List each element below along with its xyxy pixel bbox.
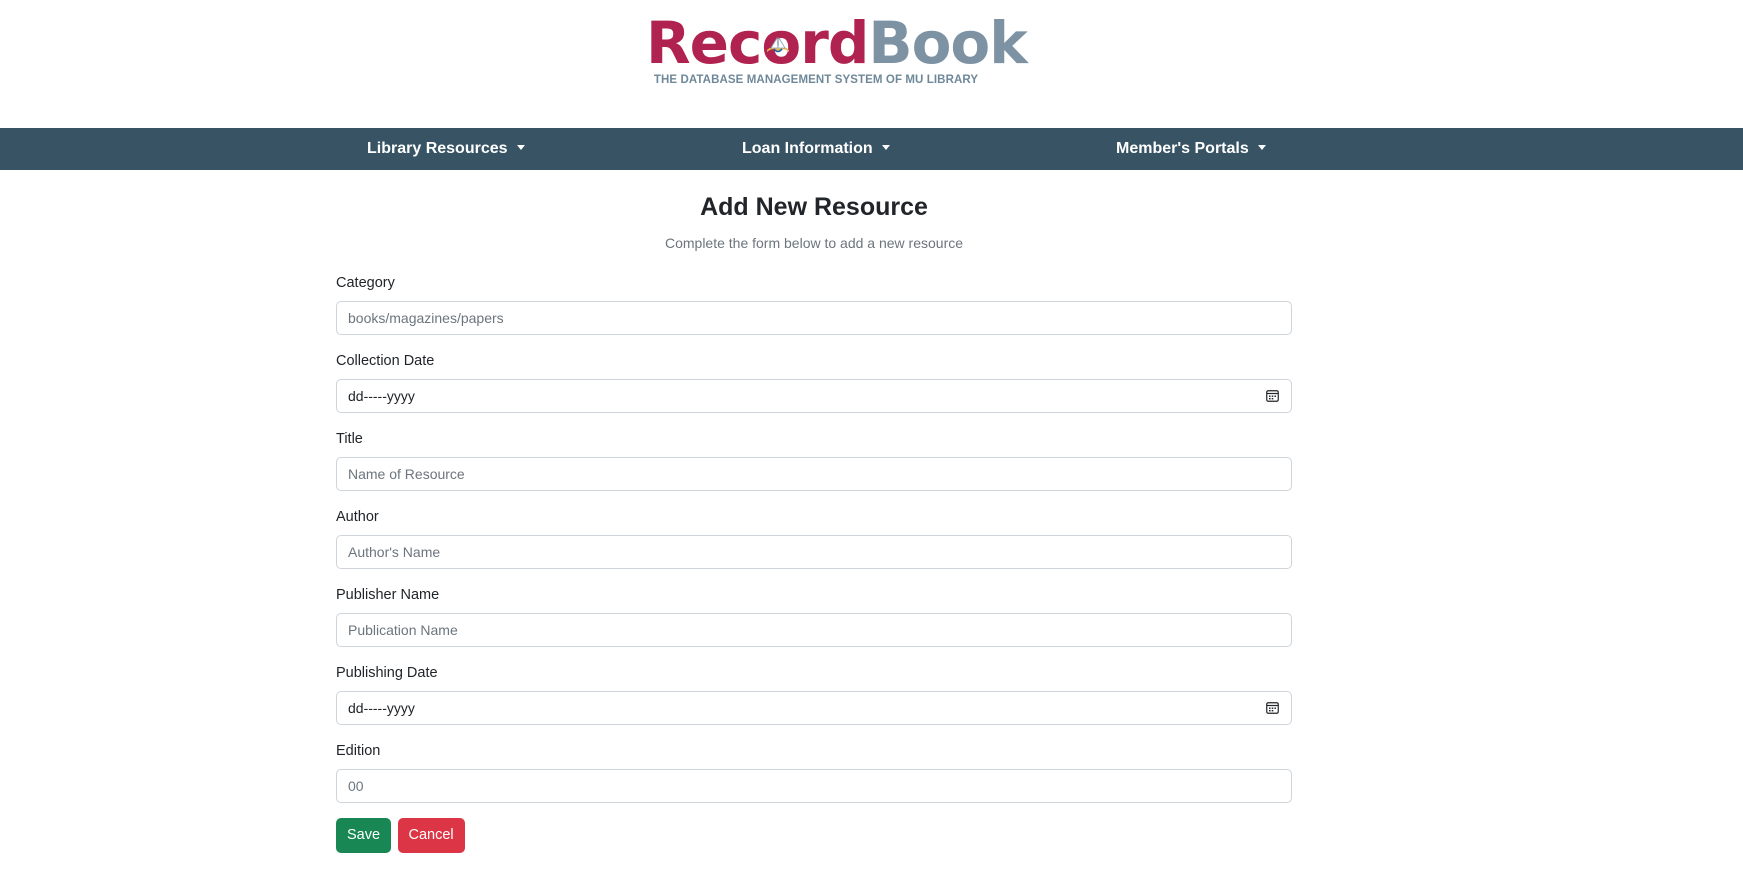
nav-loan-information[interactable]: Loan Information bbox=[742, 128, 890, 170]
title-label: Title bbox=[336, 431, 363, 447]
chevron-down-icon bbox=[881, 145, 890, 150]
header: RecordBook THE DATABASE MANAGEMENT SYSTE… bbox=[0, 0, 1743, 128]
save-button[interactable]: Save bbox=[336, 818, 392, 853]
logo-tagline: THE DATABASE MANAGEMENT SYSTEM OF MU LIB… bbox=[653, 74, 979, 86]
edition-input[interactable] bbox=[337, 770, 1291, 802]
publishing-date-input[interactable]: dd-----yyyy bbox=[336, 691, 1292, 725]
author-input[interactable] bbox=[337, 536, 1291, 568]
publisher-label: Publisher Name bbox=[336, 587, 440, 603]
collection-date-input[interactable]: dd-----yyyy bbox=[336, 379, 1292, 413]
nav-item-label: Library Resources bbox=[367, 140, 508, 157]
page-title: Add New Resource bbox=[700, 193, 928, 221]
category-input[interactable] bbox=[337, 302, 1291, 334]
recordbook-logo[interactable]: RecordBook THE DATABASE MANAGEMENT SYSTE… bbox=[646, 9, 1028, 90]
collection-date-field: Collection Date dd-----yyyy bbox=[336, 352, 1292, 430]
open-book-icon bbox=[767, 36, 790, 53]
logo-book-emblem: o bbox=[761, 10, 801, 76]
edition-input-box bbox=[336, 769, 1292, 803]
page-subtitle: Complete the form below to add a new res… bbox=[664, 235, 964, 251]
cancel-button[interactable]: Cancel bbox=[397, 818, 465, 853]
logo-text-rec: Rec bbox=[646, 9, 762, 77]
add-resource-form: Category Collection Date dd-----yyyy Tit… bbox=[336, 274, 1292, 853]
publisher-field: Publisher Name bbox=[336, 586, 1292, 664]
author-input-box bbox=[336, 535, 1292, 569]
nav-item-label: Loan Information bbox=[742, 140, 873, 157]
edition-field: Edition bbox=[336, 742, 1292, 820]
title-field: Title bbox=[336, 430, 1292, 508]
main-navbar: Library Resources Loan Information Membe… bbox=[0, 128, 1743, 170]
nav-members-portals[interactable]: Member's Portals bbox=[1116, 128, 1266, 170]
collection-date-label: Collection Date bbox=[336, 353, 435, 369]
publishing-date-value: dd-----yyyy bbox=[348, 700, 415, 716]
author-field: Author bbox=[336, 508, 1292, 586]
logo-text-book: Book bbox=[868, 9, 1027, 77]
logo-text-rd: rd bbox=[800, 9, 869, 77]
author-label: Author bbox=[336, 509, 379, 525]
title-input[interactable] bbox=[337, 458, 1291, 490]
chevron-down-icon bbox=[516, 145, 525, 150]
nav-library-resources[interactable]: Library Resources bbox=[367, 128, 525, 170]
category-field: Category bbox=[336, 274, 1292, 352]
publisher-input[interactable] bbox=[337, 614, 1291, 646]
nav-item-label: Member's Portals bbox=[1116, 140, 1249, 157]
main-content: Add New Resource Complete the form below… bbox=[336, 170, 1292, 853]
logo-wordmark: RecordBook bbox=[646, 9, 1028, 77]
title-input-box bbox=[336, 457, 1292, 491]
collection-date-value: dd-----yyyy bbox=[348, 388, 415, 404]
publishing-date-field: Publishing Date dd-----yyyy bbox=[336, 664, 1292, 742]
category-input-box bbox=[336, 301, 1292, 335]
calendar-icon[interactable] bbox=[1266, 701, 1279, 714]
chevron-down-icon bbox=[1257, 145, 1266, 150]
publishing-date-label: Publishing Date bbox=[336, 665, 438, 681]
category-label: Category bbox=[336, 275, 395, 291]
edition-label: Edition bbox=[336, 743, 381, 759]
calendar-icon[interactable] bbox=[1266, 389, 1279, 402]
publisher-input-box bbox=[336, 613, 1292, 647]
form-actions: Save Cancel bbox=[336, 818, 1292, 853]
